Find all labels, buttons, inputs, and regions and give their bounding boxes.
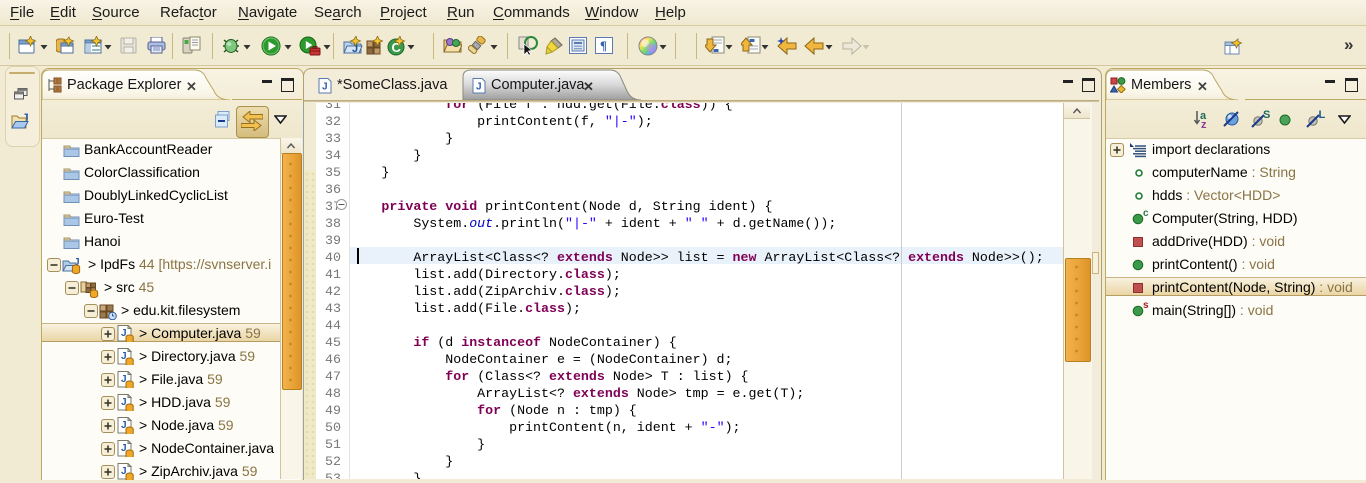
svg-text:¶: ¶ [600, 38, 607, 53]
svg-text:J: J [476, 82, 482, 93]
svg-text:L: L [1319, 109, 1326, 121]
svg-text:z: z [1201, 119, 1207, 129]
svg-text:J: J [322, 82, 328, 93]
svg-text:S: S [1263, 109, 1270, 121]
